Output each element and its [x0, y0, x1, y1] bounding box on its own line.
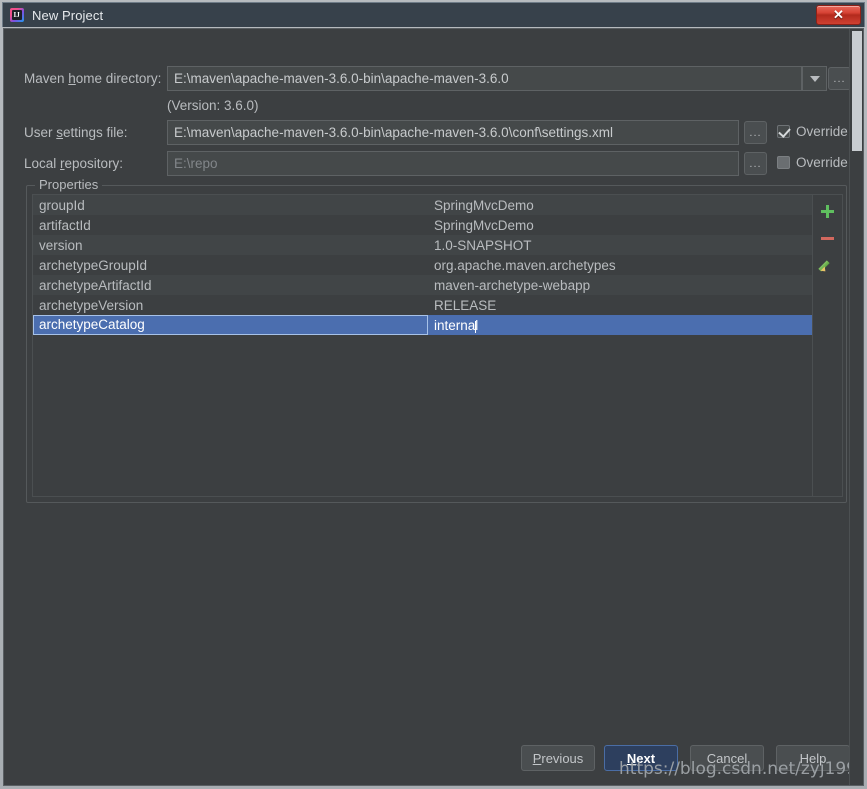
table-row[interactable]: archetypeGroupId org.apache.maven.archety…	[33, 255, 812, 275]
remove-property-button[interactable]	[816, 226, 840, 250]
properties-group-legend: Properties	[35, 177, 103, 192]
properties-group: Properties groupId SpringMvcDemo artifactI…	[26, 177, 847, 503]
table-row[interactable]: version 1.0-SNAPSHOT	[33, 235, 812, 255]
property-value-cell[interactable]: internal	[428, 318, 812, 333]
window-title: New Project	[32, 7, 104, 23]
close-icon: ✕	[833, 7, 844, 22]
cancel-button[interactable]: Cancel	[690, 745, 764, 771]
user-settings-file-label: User settings file:	[24, 125, 128, 140]
property-value-cell[interactable]: maven-archetype-webapp	[428, 278, 812, 293]
properties-panel: groupId SpringMvcDemo artifactId SpringMvcD…	[32, 194, 843, 497]
next-button[interactable]: Next	[604, 745, 678, 771]
maven-home-directory-input[interactable]: E:\maven\apache-maven-3.6.0-bin\apache-m…	[167, 66, 802, 91]
intellij-idea-icon: IJ	[9, 7, 25, 23]
local-repository-browse-button[interactable]: ...	[744, 152, 767, 175]
local-repository-label: Local repository:	[24, 156, 124, 171]
close-button[interactable]: ✕	[816, 5, 861, 25]
minus-icon	[821, 236, 834, 240]
edit-property-button[interactable]	[816, 253, 840, 277]
help-button[interactable]: Help	[776, 745, 850, 771]
chevron-down-icon	[809, 75, 820, 82]
property-value-cell[interactable]: RELEASE	[428, 298, 812, 313]
plus-icon	[820, 204, 835, 219]
maven-home-directory-label: Maven home directory:	[24, 71, 162, 86]
maven-home-directory-browse-button[interactable]: ...	[828, 67, 851, 90]
table-row[interactable]: archetypeCatalog internal	[33, 315, 812, 335]
properties-table-toolbar	[812, 195, 842, 496]
vertical-scrollbar[interactable]	[849, 29, 863, 785]
dialog-client-area: Maven home directory: E:\maven\apache-ma…	[3, 28, 864, 786]
maven-home-directory-dropdown-button[interactable]	[802, 66, 827, 91]
property-key-cell[interactable]: archetypeCatalog	[33, 315, 428, 335]
maven-version-note: (Version: 3.6.0)	[167, 98, 259, 113]
title-bar: IJ New Project ✕	[2, 2, 865, 27]
property-key-cell[interactable]: archetypeGroupId	[33, 258, 428, 273]
local-repository-override-checkbox[interactable]: Override	[777, 155, 848, 170]
property-value-cell[interactable]: SpringMvcDemo	[428, 198, 812, 213]
dialog-button-bar: Previous Next Cancel Help	[4, 745, 851, 773]
table-row[interactable]: archetypeVersion RELEASE	[33, 295, 812, 315]
user-settings-file-browse-button[interactable]: ...	[744, 121, 767, 144]
pencil-icon	[818, 258, 835, 274]
property-key-cell[interactable]: archetypeArtifactId	[33, 278, 428, 293]
scrollbar-thumb[interactable]	[852, 31, 862, 151]
properties-table[interactable]: groupId SpringMvcDemo artifactId SpringMvcD…	[33, 195, 812, 496]
checkbox-unchecked-icon	[777, 156, 790, 169]
property-key-cell[interactable]: groupId	[33, 198, 428, 213]
property-key-cell[interactable]: artifactId	[33, 218, 428, 233]
local-repository-input[interactable]: E:\repo	[167, 151, 739, 176]
local-repository-override-label: Override	[796, 155, 848, 170]
checkbox-checked-icon	[777, 125, 790, 138]
table-row[interactable]: groupId SpringMvcDemo	[33, 195, 812, 215]
user-settings-file-input[interactable]: E:\maven\apache-maven-3.6.0-bin\apache-m…	[167, 120, 739, 145]
property-value-cell[interactable]: SpringMvcDemo	[428, 218, 812, 233]
user-settings-override-label: Override	[796, 124, 848, 139]
previous-button[interactable]: Previous	[521, 745, 595, 771]
property-key-cell[interactable]: version	[33, 238, 428, 253]
new-project-dialog-window: IJ New Project ✕ Maven home directory: E…	[0, 0, 867, 789]
table-row[interactable]: archetypeArtifactId maven-archetype-webap…	[33, 275, 812, 295]
property-value-cell[interactable]: org.apache.maven.archetypes	[428, 258, 812, 273]
add-property-button[interactable]	[816, 199, 840, 223]
property-key-cell[interactable]: archetypeVersion	[33, 298, 428, 313]
property-value-cell[interactable]: 1.0-SNAPSHOT	[428, 238, 812, 253]
user-settings-override-checkbox[interactable]: Override	[777, 124, 848, 139]
table-row[interactable]: artifactId SpringMvcDemo	[33, 215, 812, 235]
